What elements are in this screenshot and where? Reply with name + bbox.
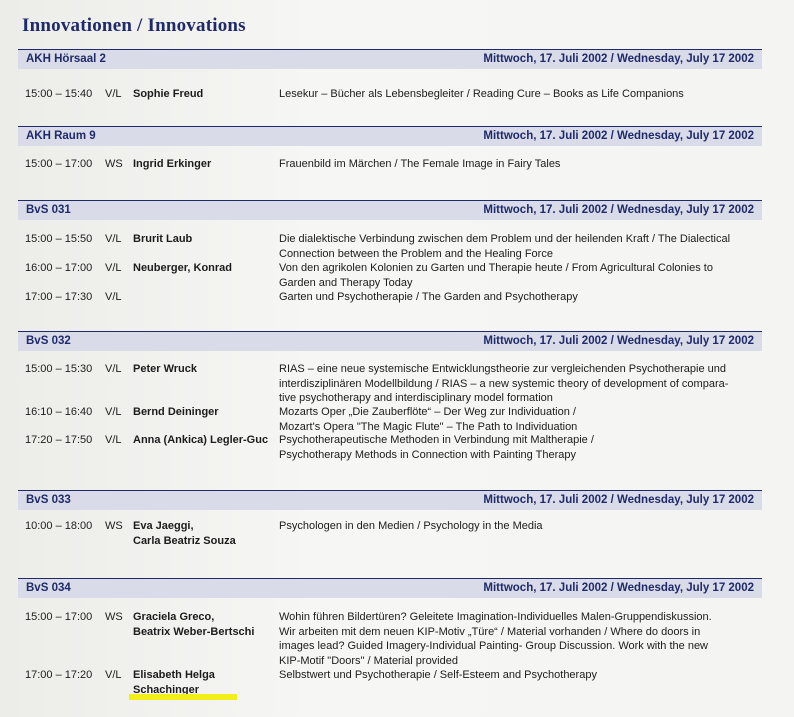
event-type: WS bbox=[105, 520, 123, 532]
speaker: Brurit Laub bbox=[133, 233, 193, 245]
room-name: BvS 032 bbox=[26, 335, 71, 347]
event-type: WS bbox=[105, 158, 123, 170]
time-slot: 10:00 – 18:00 bbox=[25, 520, 93, 532]
topic: Wohin führen Bildertüren? Geleitete Imag… bbox=[279, 611, 712, 667]
time-slot: 17:20 – 17:50 bbox=[25, 434, 93, 446]
event-type: V/L bbox=[105, 88, 122, 100]
topic: Von den agrikolen Kolonien zu Garten und… bbox=[279, 262, 713, 289]
time-slot: 16:10 – 16:40 bbox=[25, 406, 93, 418]
room-header: BvS 033 Mittwoch, 17. Juli 2002 / Wednes… bbox=[18, 490, 762, 510]
topic: Psychotherapeutische Methoden in Verbind… bbox=[279, 434, 594, 461]
time-slot: 15:00 – 15:40 bbox=[25, 88, 93, 100]
topic: Mozarts Oper „Die Zauberflöte“ – Der Weg… bbox=[279, 406, 578, 433]
room-header: BvS 034 Mittwoch, 17. Juli 2002 / Wednes… bbox=[18, 578, 762, 598]
session-date: Mittwoch, 17. Juli 2002 / Wednesday, Jul… bbox=[483, 582, 754, 594]
time-slot: 17:00 – 17:30 bbox=[25, 291, 93, 303]
room-header: BvS 031 Mittwoch, 17. Juli 2002 / Wednes… bbox=[18, 200, 762, 220]
session-date: Mittwoch, 17. Juli 2002 / Wednesday, Jul… bbox=[483, 204, 754, 216]
topic: Frauenbild im Märchen / The Female Image… bbox=[279, 158, 561, 170]
time-slot: 16:00 – 17:00 bbox=[25, 262, 93, 274]
event-type: WS bbox=[105, 611, 123, 623]
room-header: AKH Hörsaal 2 Mittwoch, 17. Juli 2002 / … bbox=[18, 49, 762, 69]
topic: Die dialektische Verbindung zwischen dem… bbox=[279, 233, 731, 260]
room-header: BvS 032 Mittwoch, 17. Juli 2002 / Wednes… bbox=[18, 331, 762, 351]
event-type: V/L bbox=[105, 233, 122, 245]
session-date: Mittwoch, 17. Juli 2002 / Wednesday, Jul… bbox=[483, 494, 754, 506]
speaker: Elisabeth Helga Schachinger bbox=[133, 669, 215, 696]
session-section: BvS 032 Mittwoch, 17. Juli 2002 / Wednes… bbox=[18, 331, 762, 351]
topic: Garten und Psychotherapie / The Garden a… bbox=[279, 291, 578, 303]
speaker: Sophie Freud bbox=[133, 88, 204, 100]
session-date: Mittwoch, 17. Juli 2002 / Wednesday, Jul… bbox=[483, 335, 754, 347]
speaker: Ingrid Erkinger bbox=[133, 158, 212, 170]
time-slot: 15:00 – 17:00 bbox=[25, 158, 93, 170]
topic: Lesekur – Bücher als Lebensbegleiter / R… bbox=[279, 88, 684, 100]
room-name: BvS 033 bbox=[26, 494, 71, 506]
session-section: BvS 031 Mittwoch, 17. Juli 2002 / Wednes… bbox=[18, 200, 762, 220]
event-type: V/L bbox=[105, 406, 122, 418]
session-date: Mittwoch, 17. Juli 2002 / Wednesday, Jul… bbox=[483, 130, 754, 142]
highlighter-mark bbox=[129, 694, 237, 700]
event-type: V/L bbox=[105, 262, 122, 274]
event-type: V/L bbox=[105, 291, 122, 303]
program-page: Innovationen / Innovations AKH Hörsaal 2… bbox=[0, 0, 794, 717]
event-type: V/L bbox=[105, 363, 122, 375]
time-slot: 17:00 – 17:20 bbox=[25, 669, 93, 681]
speaker: Graciela Greco, Beatrix Weber-Bertschi bbox=[133, 611, 255, 638]
session-section: BvS 033 Mittwoch, 17. Juli 2002 / Wednes… bbox=[18, 490, 762, 510]
speaker: Neuberger, Konrad bbox=[133, 262, 233, 274]
room-name: AKH Raum 9 bbox=[26, 130, 96, 142]
session-section: BvS 034 Mittwoch, 17. Juli 2002 / Wednes… bbox=[18, 578, 762, 598]
speaker: Bernd Deininger bbox=[133, 406, 219, 418]
session-date: Mittwoch, 17. Juli 2002 / Wednesday, Jul… bbox=[483, 53, 754, 65]
speaker: Anna (Ankica) Legler-Guc bbox=[133, 434, 269, 446]
speaker: Eva Jaeggi, Carla Beatriz Souza bbox=[133, 520, 236, 547]
topic: RIAS – eine neue systemische Entwicklung… bbox=[279, 363, 729, 404]
session-section: AKH Hörsaal 2 Mittwoch, 17. Juli 2002 / … bbox=[18, 49, 762, 69]
topic: Psychologen in den Medien / Psychology i… bbox=[279, 520, 543, 532]
room-name: BvS 034 bbox=[26, 582, 71, 594]
session-section: AKH Raum 9 Mittwoch, 17. Juli 2002 / Wed… bbox=[18, 126, 762, 146]
room-name: BvS 031 bbox=[26, 204, 71, 216]
event-type: V/L bbox=[105, 434, 122, 446]
room-header: AKH Raum 9 Mittwoch, 17. Juli 2002 / Wed… bbox=[18, 126, 762, 146]
event-type: V/L bbox=[105, 669, 122, 681]
room-name: AKH Hörsaal 2 bbox=[26, 53, 106, 65]
speaker: Peter Wruck bbox=[133, 363, 197, 375]
time-slot: 15:00 – 17:00 bbox=[25, 611, 93, 623]
page-title: Innovationen / Innovations bbox=[22, 15, 246, 36]
time-slot: 15:00 – 15:50 bbox=[25, 233, 93, 245]
time-slot: 15:00 – 15:30 bbox=[25, 363, 93, 375]
topic: Selbstwert und Psychotherapie / Self-Est… bbox=[279, 669, 597, 681]
